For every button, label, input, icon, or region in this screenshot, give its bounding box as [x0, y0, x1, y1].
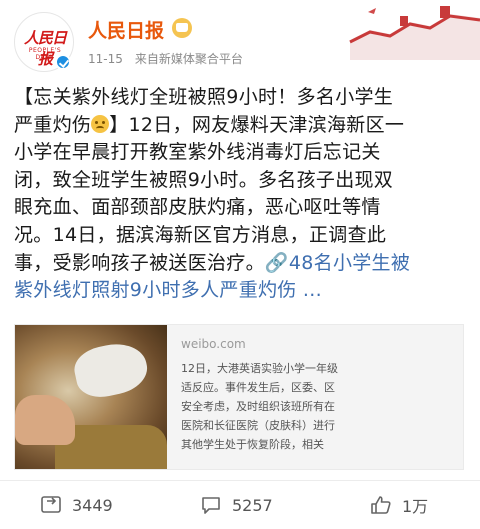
card-source: weibo.com: [181, 337, 246, 351]
card-line: 安全考虑，及时组织该班所有在: [181, 400, 335, 413]
vip-crown-icon: [172, 18, 192, 38]
action-bar: 3449 5257 1万: [0, 480, 480, 529]
comment-icon: [202, 497, 220, 514]
article-link[interactable]: 🔗48名小学生被: [265, 252, 410, 274]
post-line-part: 严重灼伤: [14, 113, 92, 136]
crying-emoji-icon: [91, 114, 110, 133]
thumb-bandage: [70, 338, 152, 402]
like-button[interactable]: 1万: [370, 494, 428, 516]
post-text: 【忘关紫外线灯全班被照9小时！多名小学生 严重灼伤 】12日，网友爆料天津滨海新区…: [14, 84, 472, 305]
verified-icon: [55, 54, 71, 70]
card-thumbnail: [15, 325, 167, 469]
card-line: 适反应。事件发生后，区委、区: [181, 381, 335, 394]
link-card[interactable]: weibo.com 12日，大港英语实验小学一年级 适反应。事件发生后，区委、区…: [14, 324, 464, 470]
post-line: 眼充血、面部颈部皮肤灼痛，恶心呕吐等情: [14, 196, 381, 219]
repost-button[interactable]: 3449: [40, 494, 113, 516]
post-line: 严重灼伤 】12日，网友爆料天津滨海新区一: [14, 112, 472, 140]
post-source[interactable]: 来自新媒体聚合平台: [135, 52, 243, 66]
thumbs-up-icon: [371, 496, 391, 514]
comment-button[interactable]: 5257: [200, 494, 273, 516]
card-snippet: 12日，大港英语实验小学一年级 适反应。事件发生后，区委、区 安全考虑，及时组织…: [181, 359, 463, 454]
repost-icon: [41, 496, 61, 513]
post-line: 小学在早晨打开教室紫外线消毒灯后忘记关: [14, 141, 381, 164]
repost-count: 3449: [72, 495, 113, 515]
card-line: 12日，大港英语实验小学一年级: [181, 362, 338, 375]
article-link-continued[interactable]: 紫外线灯照射9小时多人严重灼伤 ...: [14, 277, 472, 305]
post-header: 人民日报 PEOPLE'S DAILY 人民日报 11-15 来自新媒体聚合平台: [0, 0, 480, 80]
comment-count: 5257: [232, 495, 273, 515]
thumb-hand: [15, 395, 75, 445]
link-icon: 🔗: [264, 251, 289, 274]
card-line: 其他学生处于恢复阶段，相关: [181, 438, 324, 451]
post-line: 况。14日，据滨海新区官方消息，正调查此: [14, 223, 387, 246]
account-name[interactable]: 人民日报: [88, 16, 164, 43]
post-date: 11-15: [88, 52, 123, 66]
post-meta: 11-15 来自新媒体聚合平台: [88, 50, 243, 67]
post-line-part: 事，受影响孩子被送医治疗。: [14, 251, 265, 274]
post-line: 【忘关紫外线灯全班被照9小时！多名小学生: [14, 86, 394, 108]
article-link-text: 48名小学生被: [288, 251, 411, 274]
post-line-part: 】12日，网友爆料天津滨海新区一: [109, 113, 405, 136]
great-wall-decoration-icon: [349, 6, 480, 60]
card-line: 医院和长征医院（皮肤科）进行: [181, 419, 335, 432]
post-line: 闭，致全班学生被照9小时。多名孩子出现双: [14, 168, 394, 191]
like-count: 1万: [402, 497, 429, 516]
post-line: 事，受影响孩子被送医治疗。🔗48名小学生被: [14, 250, 472, 278]
